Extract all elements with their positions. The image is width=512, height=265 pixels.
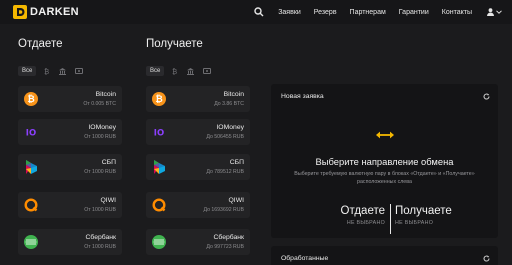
give-filter-all[interactable]: Все [18, 66, 37, 76]
get-selection: Получаете НЕ ВЫБРАНО [395, 205, 452, 226]
user-menu[interactable] [487, 8, 502, 16]
get-filter-bank[interactable] [187, 67, 195, 75]
refresh-icon[interactable] [483, 255, 490, 262]
card-name: СБП [229, 159, 244, 166]
get-card-sberbank[interactable]: Сбербанк До 997723 RUB [146, 229, 250, 255]
svg-text:₿: ₿ [155, 94, 162, 105]
panel-heading: Выберите направление обмена [315, 156, 454, 167]
svg-text:₿: ₿ [172, 68, 177, 75]
card-name: IOMoney [88, 124, 116, 131]
processed-panel: Обработанные [271, 246, 498, 265]
card-limit: От 1000 RUB [84, 169, 116, 175]
qiwi-icon [23, 197, 39, 213]
bank-filter-icon [59, 67, 67, 75]
get-filter-cash[interactable] [203, 68, 212, 74]
give-card-sberbank[interactable]: Сбербанк От 1000 RUB [18, 229, 122, 255]
give-selection-label: Отдаете [340, 205, 385, 217]
panel-description: Выберите требуемую валютную пару в блока… [294, 171, 475, 185]
iomoney-icon: IO [23, 124, 39, 140]
cash-filter-icon [75, 68, 84, 74]
nav-contacts[interactable]: Контакты [442, 9, 472, 16]
card-name: Bitcoin [95, 91, 116, 98]
card-name: Bitcoin [223, 91, 244, 98]
crypto-filter-icon: ₿ [172, 68, 177, 75]
logo[interactable]: DARKEN [13, 5, 79, 19]
give-filter-bank[interactable] [59, 67, 67, 75]
give-selection: Отдаете НЕ ВЫБРАНО [341, 205, 385, 226]
selection-divider [390, 204, 391, 234]
logo-text: DARKEN [30, 6, 79, 18]
logo-icon [13, 5, 27, 19]
card-limit: От 0.005 BTC [83, 101, 116, 107]
sberbank-icon [23, 234, 39, 250]
search-icon[interactable] [254, 7, 264, 17]
bitcoin-icon: ₿ [23, 91, 39, 107]
get-card-qiwi[interactable]: QIWI До 1693692 RUB [146, 192, 250, 218]
give-filters: Все ₿ [18, 66, 92, 76]
card-limit: До 1693692 RUB [203, 207, 245, 213]
header: DARKEN Заявки Резерв Партнерам Гарантии … [0, 0, 512, 24]
give-card-qiwi[interactable]: QIWI От 1000 RUB [18, 192, 122, 218]
svg-text:₿: ₿ [44, 68, 49, 75]
refresh-icon[interactable] [483, 93, 490, 100]
sbp-icon [151, 159, 167, 175]
get-card-bitcoin[interactable]: ₿ Bitcoin До 3.86 BTC [146, 86, 250, 112]
nav-guarantees[interactable]: Гарантии [399, 9, 429, 16]
get-title: Получаете [146, 38, 203, 50]
bitcoin-icon: ₿ [151, 91, 167, 107]
get-card-sbp[interactable]: СБП До 789512 RUB [146, 154, 250, 180]
get-filter-crypto[interactable]: ₿ [172, 68, 178, 75]
new-order-panel: Новая заявка Выберите направление обмена… [271, 84, 498, 238]
card-name: QIWI [100, 197, 116, 204]
svg-text:IO: IO [154, 129, 164, 139]
nav-orders[interactable]: Заявки [278, 9, 301, 16]
card-limit: От 1000 RUB [84, 207, 116, 213]
give-filter-cash[interactable] [75, 68, 84, 74]
panel-title: Новая заявка [281, 93, 324, 100]
nav-reserve[interactable]: Резерв [314, 9, 337, 16]
sbp-icon [23, 159, 39, 175]
give-card-iomoney[interactable]: IO IOMoney От 1000 RUB [18, 119, 122, 145]
sberbank-icon [151, 234, 167, 250]
get-selection-label: Получаете [395, 205, 452, 217]
chevron-down-icon [496, 10, 502, 14]
card-name: СБП [101, 159, 116, 166]
card-limit: От 1000 RUB [84, 244, 116, 250]
card-name: IOMoney [216, 124, 244, 131]
card-name: QIWI [228, 197, 244, 204]
get-card-iomoney[interactable]: IO IOMoney До 506455 RUB [146, 119, 250, 145]
exchange-arrows-icon [375, 130, 395, 140]
card-limit: До 506455 RUB [206, 134, 244, 140]
main-nav: Заявки Резерв Партнерам Гарантии Контакт… [254, 0, 502, 24]
nav-partners[interactable]: Партнерам [350, 9, 386, 16]
card-limit: До 997723 RUB [206, 244, 244, 250]
processed-title: Обработанные [281, 255, 329, 262]
give-title: Отдаете [18, 38, 63, 50]
get-filter-all[interactable]: Все [146, 66, 165, 76]
bank-filter-icon [187, 67, 195, 75]
user-icon [487, 8, 494, 16]
svg-text:IO: IO [26, 129, 36, 139]
give-card-sbp[interactable]: СБП От 1000 RUB [18, 154, 122, 180]
get-filters: Все ₿ [146, 66, 220, 76]
card-limit: От 1000 RUB [84, 134, 116, 140]
give-filter-crypto[interactable]: ₿ [44, 68, 50, 75]
svg-text:₿: ₿ [27, 94, 34, 105]
card-name: Сбербанк [213, 234, 244, 241]
card-limit: До 3.86 BTC [214, 101, 244, 107]
card-name: Сбербанк [85, 234, 116, 241]
get-selection-status: НЕ ВЫБРАНО [395, 220, 434, 226]
iomoney-icon: IO [151, 124, 167, 140]
crypto-filter-icon: ₿ [44, 68, 49, 75]
give-selection-status: НЕ ВЫБРАНО [346, 220, 385, 226]
give-card-bitcoin[interactable]: ₿ Bitcoin От 0.005 BTC [18, 86, 122, 112]
card-limit: До 789512 RUB [206, 169, 244, 175]
cash-filter-icon [203, 68, 212, 74]
qiwi-icon [151, 197, 167, 213]
